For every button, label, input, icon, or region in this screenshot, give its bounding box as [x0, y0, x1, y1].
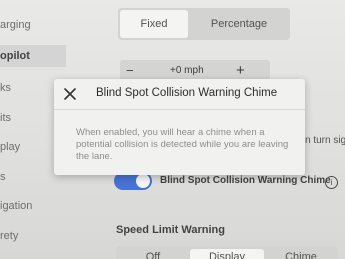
dialog-body: When enabled, you will hear a chime when…	[76, 127, 289, 162]
close-icon[interactable]	[64, 88, 76, 100]
dialog-divider	[54, 109, 305, 110]
info-dialog: Blind Spot Collision Warning Chime When …	[54, 79, 305, 175]
dialog-header: Blind Spot Collision Warning Chime	[54, 79, 305, 109]
settings-screen: arging opilot ks its play s igation rety…	[0, 0, 345, 259]
dialog-title: Blind Spot Collision Warning Chime	[96, 87, 278, 99]
